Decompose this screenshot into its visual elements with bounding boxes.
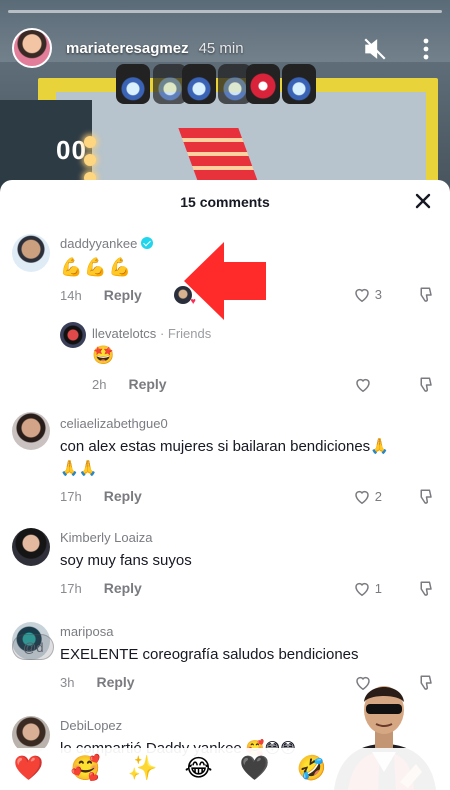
like-count: 1: [374, 581, 382, 596]
reaction-black-heart[interactable]: 🖤: [240, 757, 270, 781]
story-username[interactable]: mariateresagmez: [66, 40, 189, 57]
stage-light: [282, 64, 316, 104]
like-button[interactable]: [354, 376, 382, 393]
like-button[interactable]: 2: [353, 488, 382, 505]
reply-button[interactable]: Reply: [128, 376, 166, 392]
comments-count: 15 comments: [180, 194, 270, 210]
dislike-icon[interactable]: [416, 580, 434, 603]
reply-button[interactable]: Reply: [96, 674, 134, 690]
reply-button[interactable]: Reply: [104, 580, 142, 596]
more-icon[interactable]: [414, 34, 438, 64]
heart-outline-icon: [355, 288, 369, 303]
reaction-heart[interactable]: ❤️: [14, 757, 44, 781]
avatar[interactable]: [60, 322, 86, 348]
dislike-icon[interactable]: [416, 286, 434, 309]
stage-light: [246, 64, 280, 104]
stage-light: [182, 64, 216, 104]
comment-text: EXELENTE coreografía saludos bendiciones: [60, 646, 359, 663]
story-avatar[interactable]: [12, 28, 52, 68]
stage-bulb: [84, 154, 96, 166]
comment-username[interactable]: mariposa: [60, 624, 113, 639]
comment-meta: 2h Reply: [92, 376, 167, 392]
reaction-smiling-hearts[interactable]: 🥰: [71, 757, 101, 781]
red-arrow-annotation: [184, 242, 266, 320]
stage-sign: 00: [56, 135, 87, 165]
comment-text: con alex estas mujeres si bailaran bendi…: [60, 438, 389, 477]
avatar[interactable]: [12, 528, 50, 566]
comment-time: 17h: [60, 580, 82, 596]
heart-outline-icon: [355, 490, 369, 505]
comment-text: 🤩: [92, 345, 117, 365]
comment-text: soy muy fans suyos: [60, 552, 192, 569]
comment-username[interactable]: celiaelizabethgue0: [60, 416, 168, 431]
comments-header: 15 comments: [0, 180, 450, 224]
comment-time: 3h: [60, 674, 75, 690]
comment-username[interactable]: Kimberly Loaiza: [60, 530, 153, 545]
comment-time: 14h: [60, 287, 82, 303]
comment-meta: 14h Reply ♥: [60, 286, 196, 306]
heart-outline-icon: [356, 378, 370, 393]
dislike-icon[interactable]: [416, 376, 434, 399]
reaction-sparkles[interactable]: ✨: [127, 757, 157, 781]
comment-meta: 17h Reply: [60, 488, 142, 504]
close-icon[interactable]: [412, 190, 434, 212]
mention-sticker[interactable]: @d: [12, 634, 55, 660]
verified-badge-icon: [141, 237, 154, 249]
comment-time: 17h: [60, 488, 82, 504]
avatar[interactable]: [12, 412, 50, 450]
story-header: mariateresagmez 45 min: [12, 26, 438, 70]
stage-light: [116, 64, 150, 104]
reaction-bar: ❤️ 🥰 ✨ 😂 🖤 🤣: [0, 748, 450, 790]
like-count: 2: [374, 489, 382, 504]
comment-text: 💪💪💪: [60, 257, 134, 277]
like-count: 3: [374, 287, 382, 302]
dislike-icon[interactable]: [416, 488, 434, 511]
heart-outline-icon: [355, 582, 369, 597]
like-button[interactable]: 1: [353, 580, 382, 597]
reaction-rofl[interactable]: 🤣: [297, 757, 327, 781]
like-button[interactable]: 3: [353, 286, 382, 303]
comment-username[interactable]: DebiLopez: [60, 718, 122, 733]
story-progress-bar: [8, 10, 442, 13]
stage-bulb: [84, 136, 96, 148]
reply-button[interactable]: Reply: [104, 488, 142, 504]
reaction-joy[interactable]: 😂: [184, 757, 212, 781]
avatar[interactable]: [12, 234, 50, 272]
comment-username[interactable]: llevatelotcs · Friends: [92, 326, 211, 341]
comment-username[interactable]: daddyyankee: [60, 236, 154, 251]
mute-icon[interactable]: [360, 34, 390, 64]
comment-meta: 17h Reply: [60, 580, 142, 596]
reply-button[interactable]: Reply: [104, 287, 142, 303]
story-time: 45 min: [198, 39, 244, 57]
comment-meta: 3h Reply: [60, 674, 135, 690]
comment-time: 2h: [92, 376, 107, 392]
